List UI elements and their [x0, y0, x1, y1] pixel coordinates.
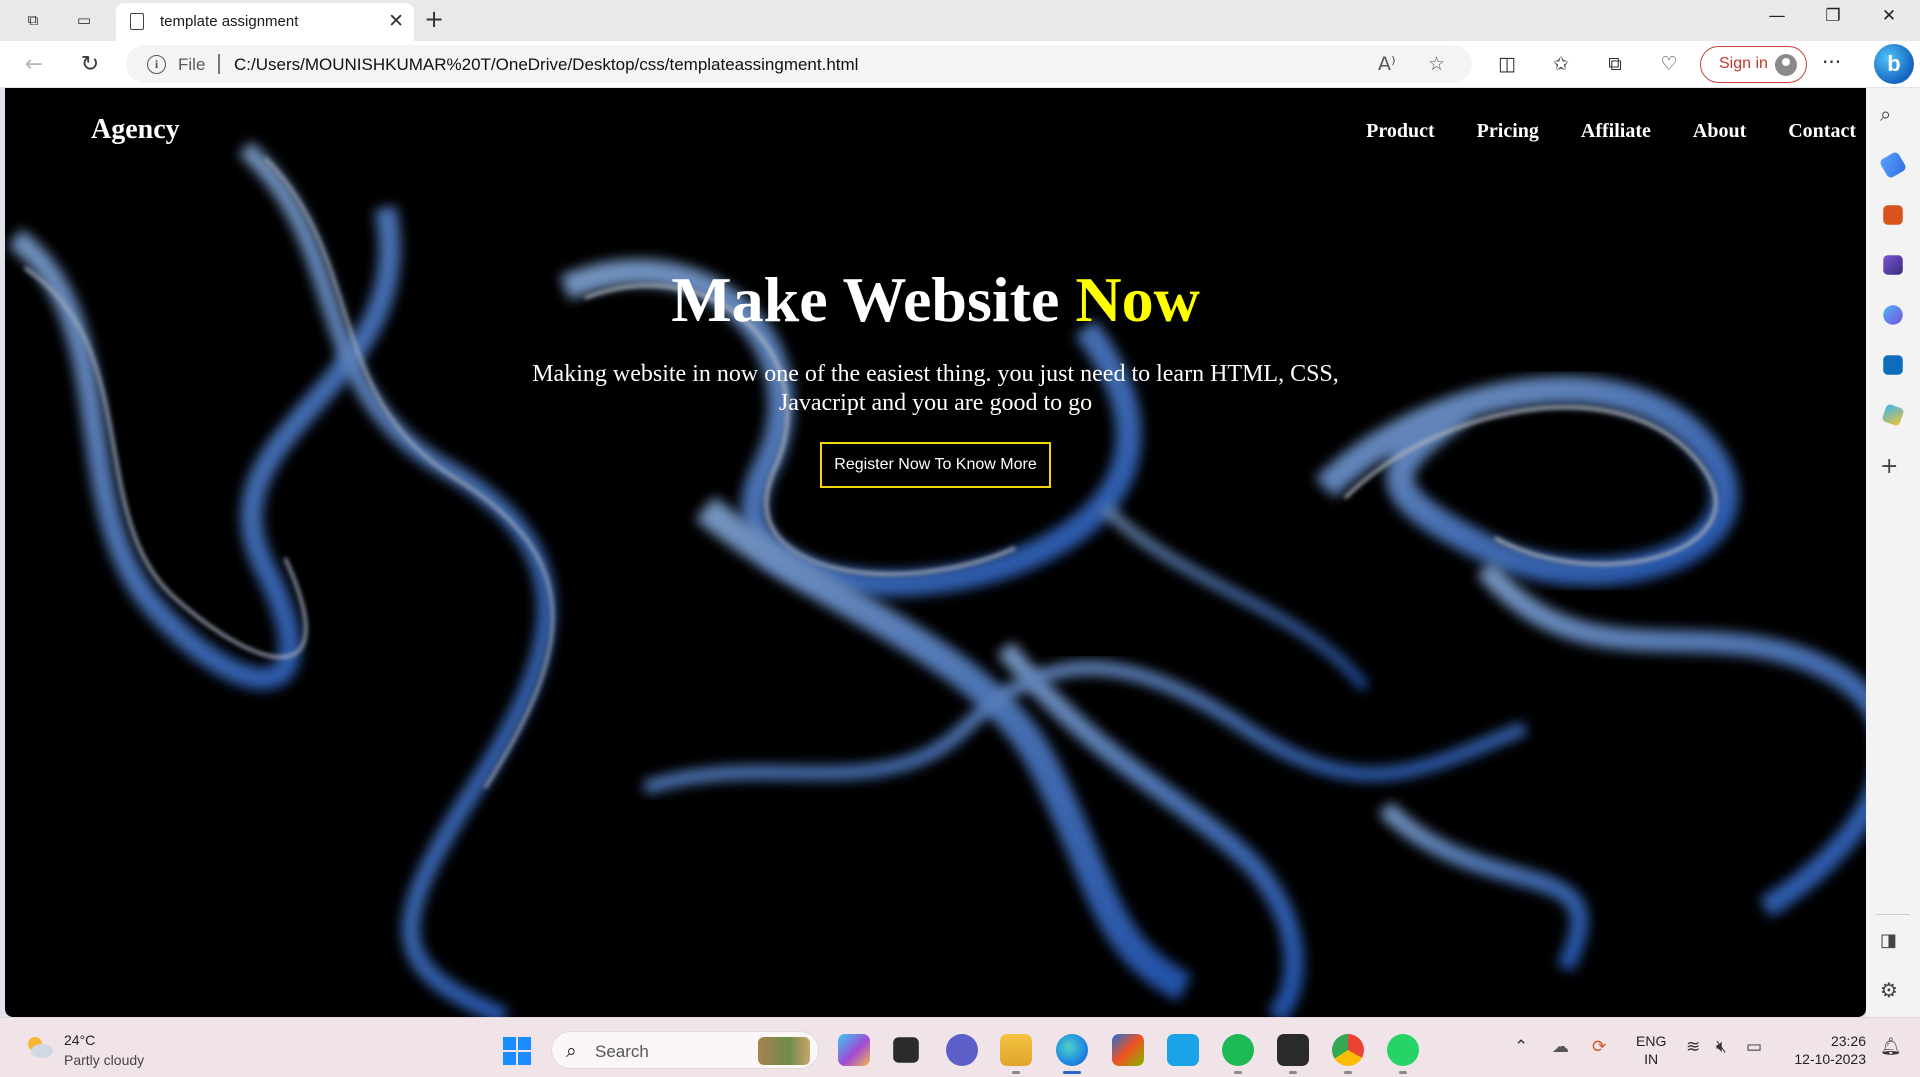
- refresh-icon[interactable]: ↻: [74, 50, 106, 78]
- favorites-icon[interactable]: ✩: [1546, 50, 1576, 78]
- running-indicator: [1344, 1071, 1352, 1074]
- address-divider: [218, 54, 220, 74]
- hero-section: Make Website Now Making website in now o…: [5, 268, 1866, 488]
- menu-item-pricing[interactable]: Pricing: [1477, 120, 1539, 143]
- weather-temperature[interactable]: 24°C: [64, 1032, 95, 1048]
- browser-tab-active[interactable]: template assignment ✕: [116, 3, 414, 41]
- hide-sidebar-icon[interactable]: ◨: [1880, 930, 1897, 951]
- tab-close-icon[interactable]: ✕: [388, 10, 404, 32]
- address-bar[interactable]: i File C:/Users/MOUNISHKUMAR%20T/OneDriv…: [126, 45, 1472, 83]
- collections-icon[interactable]: ⧉: [1600, 50, 1630, 78]
- chat-app-icon[interactable]: [946, 1034, 978, 1066]
- browser-toolbar: ← ↻ i File C:/Users/MOUNISHKUMAR%20T/One…: [0, 41, 1920, 88]
- minimize-button[interactable]: —: [1762, 6, 1792, 26]
- tray-overflow-chevron-icon[interactable]: ⌃: [1514, 1037, 1528, 1057]
- games-icon[interactable]: [1883, 255, 1903, 275]
- language-line2: IN: [1644, 1051, 1659, 1068]
- page-viewport: Agency Product Pricing Affiliate About C…: [5, 88, 1866, 1017]
- back-arrow-icon[interactable]: ←: [18, 50, 50, 78]
- edge-sidebar: ⌕ + ◨ ⚙: [1866, 88, 1920, 1018]
- copilot-app-icon[interactable]: [838, 1034, 870, 1066]
- copilot-icon[interactable]: b: [1874, 44, 1914, 84]
- sidebar-divider: [1876, 914, 1910, 915]
- chrome-icon[interactable]: [1332, 1034, 1364, 1066]
- url-text[interactable]: C:/Users/MOUNISHKUMAR%20T/OneDrive/Deskt…: [234, 55, 858, 75]
- more-menu-icon[interactable]: ···: [1822, 50, 1841, 74]
- onedrive-icon[interactable]: ☁: [1552, 1037, 1569, 1057]
- menu-item-about[interactable]: About: [1693, 120, 1746, 143]
- language-line1: ENG: [1636, 1033, 1667, 1049]
- hero-title: Make Website Now: [5, 268, 1866, 332]
- hero-title-main: Make Website: [671, 264, 1060, 335]
- drop-send-icon[interactable]: [1881, 403, 1905, 427]
- microsoft-365-icon[interactable]: [1883, 305, 1903, 325]
- site-menu: Product Pricing Affiliate About Contact: [1366, 120, 1856, 143]
- smoke-background-image: [8, 141, 1866, 1017]
- running-indicator: [1289, 1071, 1297, 1074]
- menu-item-affiliate[interactable]: Affiliate: [1581, 120, 1651, 143]
- scheme-label: File: [178, 55, 206, 74]
- menu-item-contact[interactable]: Contact: [1788, 120, 1856, 143]
- outlook-icon[interactable]: [1883, 355, 1903, 375]
- hero-title-highlight: Now: [1075, 264, 1200, 335]
- l-app-icon[interactable]: [1167, 1034, 1199, 1066]
- edge-app-icon[interactable]: [1056, 1034, 1088, 1066]
- close-window-button[interactable]: ✕: [1874, 6, 1904, 26]
- sign-in-label: Sign in: [1719, 55, 1768, 72]
- search-sidebar-icon[interactable]: ⌕: [1880, 102, 1891, 126]
- battery-icon[interactable]: ▭: [1746, 1037, 1762, 1057]
- active-indicator: [1063, 1071, 1081, 1074]
- clock-date: 12-10-2023: [1794, 1051, 1866, 1068]
- task-view-icon[interactable]: [893, 1037, 919, 1063]
- add-sidebar-app-icon[interactable]: +: [1880, 454, 1898, 479]
- taskbar-search[interactable]: ⌕ Search: [551, 1031, 819, 1069]
- notification-bell-icon[interactable]: 🔔︎: [1880, 1037, 1902, 1057]
- language-indicator[interactable]: ENG IN: [1636, 1032, 1666, 1068]
- site-navbar: Agency Product Pricing Affiliate About C…: [5, 88, 1866, 178]
- volume-muted-icon[interactable]: 🔇︎: [1716, 1037, 1727, 1057]
- register-button[interactable]: Register Now To Know More: [820, 441, 1051, 488]
- menu-item-product[interactable]: Product: [1366, 120, 1435, 143]
- weather-description[interactable]: Partly cloudy: [64, 1052, 144, 1068]
- running-indicator: [1399, 1071, 1407, 1074]
- search-highlight-image: [758, 1037, 810, 1065]
- running-indicator: [1012, 1071, 1020, 1074]
- sidebar-settings-gear-icon[interactable]: ⚙: [1880, 978, 1898, 1002]
- document-icon: [130, 13, 144, 30]
- running-indicator: [1234, 1071, 1242, 1074]
- partly-cloudy-icon[interactable]: [24, 1034, 54, 1060]
- restore-button[interactable]: ❐: [1818, 6, 1848, 26]
- tab-actions-icon[interactable]: ▭: [70, 8, 98, 32]
- sync-icon[interactable]: ⟳: [1592, 1037, 1606, 1057]
- clock-time: 23:26: [1830, 1033, 1866, 1049]
- favorite-star-icon[interactable]: ☆: [1428, 53, 1445, 75]
- hero-subtitle: Making website in now one of the easiest…: [532, 361, 1339, 416]
- file-explorer-icon[interactable]: [1000, 1034, 1032, 1066]
- spotify-icon[interactable]: [1222, 1034, 1254, 1066]
- workspaces-icon[interactable]: ⧉: [19, 8, 47, 32]
- windows-taskbar: 24°C Partly cloudy ⌕ Search ⌃ ☁ ⟳ ENG IN: [0, 1017, 1920, 1077]
- browser-essentials-icon[interactable]: ♡: [1654, 50, 1684, 78]
- search-label: Search: [595, 1042, 649, 1061]
- desktop-screen: ⧉ ▭ template assignment ✕ + — ❐ ✕ ← ↻ i …: [0, 0, 1920, 1077]
- terminal-icon[interactable]: [1277, 1034, 1309, 1066]
- site-logo[interactable]: Agency: [91, 114, 180, 146]
- info-icon[interactable]: i: [147, 55, 166, 74]
- browser-tab-bar: ⧉ ▭ template assignment ✕ + — ❐ ✕: [0, 0, 1920, 41]
- sign-in-button[interactable]: Sign in: [1700, 46, 1807, 83]
- search-icon: ⌕: [566, 1040, 577, 1062]
- avatar-icon: [1775, 54, 1797, 76]
- tools-briefcase-icon[interactable]: [1883, 205, 1903, 225]
- wifi-icon[interactable]: ≋: [1686, 1037, 1700, 1057]
- windows-start-icon[interactable]: [503, 1037, 531, 1065]
- system-clock[interactable]: 23:26 12-10-2023: [1786, 1032, 1866, 1068]
- store-app-icon[interactable]: [1112, 1034, 1144, 1066]
- split-screen-icon[interactable]: ◫: [1492, 50, 1522, 78]
- shopping-tag-icon[interactable]: [1878, 150, 1908, 180]
- whatsapp-icon[interactable]: [1387, 1034, 1419, 1066]
- new-tab-button[interactable]: +: [424, 5, 444, 33]
- tab-title: template assignment: [160, 13, 299, 30]
- read-aloud-icon[interactable]: A⁾: [1378, 53, 1396, 75]
